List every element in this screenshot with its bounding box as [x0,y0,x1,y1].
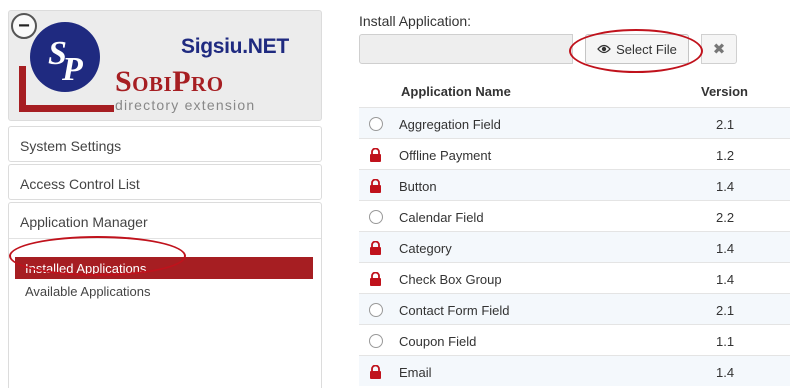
application-version: 2.2 [716,210,735,225]
column-header-version: Version [701,84,748,99]
application-name: Contact Form Field [399,303,510,318]
brand-name: SobiPro [115,65,224,98]
lock-icon [369,179,383,193]
nav-application-manager: Application Manager Installed Applicatio… [8,202,322,388]
table-row[interactable]: Coupon Field 1.1 [359,324,790,355]
logo-monogram: S P [30,22,100,92]
table-row[interactable]: Contact Form Field 2.1 [359,293,790,324]
application-name: Aggregation Field [399,117,501,132]
application-version: 2.1 [716,117,735,132]
collapse-sidebar-button[interactable]: − [11,13,37,39]
lock-icon [369,365,383,379]
application-name: Button [399,179,437,194]
select-file-label: Select File [616,41,677,57]
lock-icon [369,241,383,255]
application-version: 1.1 [716,334,735,349]
application-version: 1.4 [716,179,735,194]
application-name: Category [399,241,452,256]
brand-tagline: directory extension [115,97,256,113]
select-file-button[interactable]: Select File [585,34,689,64]
nav-access-control-list[interactable]: Access Control List [8,164,322,200]
sidebar: S P Sigsiu.NET SobiPro directory extensi… [8,10,322,388]
svg-text:P: P [61,51,83,88]
lock-icon [369,272,383,286]
table-row[interactable]: Button 1.4 [359,169,790,200]
application-name: Coupon Field [399,334,477,349]
table-row[interactable]: Offline Payment 1.2 [359,138,790,169]
table-row[interactable]: Email 1.4 [359,355,790,386]
clear-file-button[interactable]: ✖ [701,34,737,64]
eye-icon [597,42,611,57]
brand-net: Sigsiu.NET [181,35,289,58]
application-name: Check Box Group [399,272,502,287]
table-row[interactable]: Calendar Field 2.2 [359,200,790,231]
install-application-label: Install Application: [359,13,472,29]
radio-button[interactable] [369,303,383,317]
application-version: 1.4 [716,365,735,380]
application-name: Calendar Field [399,210,484,225]
close-icon: ✖ [712,41,726,58]
application-version: 1.4 [716,241,735,256]
nav-available-applications[interactable]: Available Applications [15,280,313,302]
application-name: Email [399,365,432,380]
nav-system-settings[interactable]: System Settings [8,126,322,162]
file-path-input[interactable] [359,34,573,64]
application-manager-heading[interactable]: Application Manager [9,203,321,239]
application-name: Offline Payment [399,148,492,163]
lock-icon [369,148,383,162]
column-header-name: Application Name [401,84,511,99]
radio-button[interactable] [369,210,383,224]
table-row[interactable]: Aggregation Field 2.1 [359,107,790,138]
sobipro-logo: S P Sigsiu.NET SobiPro directory extensi… [8,10,322,121]
application-version: 1.4 [716,272,735,287]
table-header: Application Name Version [359,74,790,107]
application-version: 2.1 [716,303,735,318]
radio-button[interactable] [369,334,383,348]
radio-button[interactable] [369,117,383,131]
table-row[interactable]: Check Box Group 1.4 [359,262,790,293]
nav-installed-applications[interactable]: Installed Applications [15,257,313,279]
table-row[interactable]: Category 1.4 [359,231,790,262]
applications-table: Application Name Version Aggregation Fie… [359,74,790,386]
application-version: 1.2 [716,148,735,163]
